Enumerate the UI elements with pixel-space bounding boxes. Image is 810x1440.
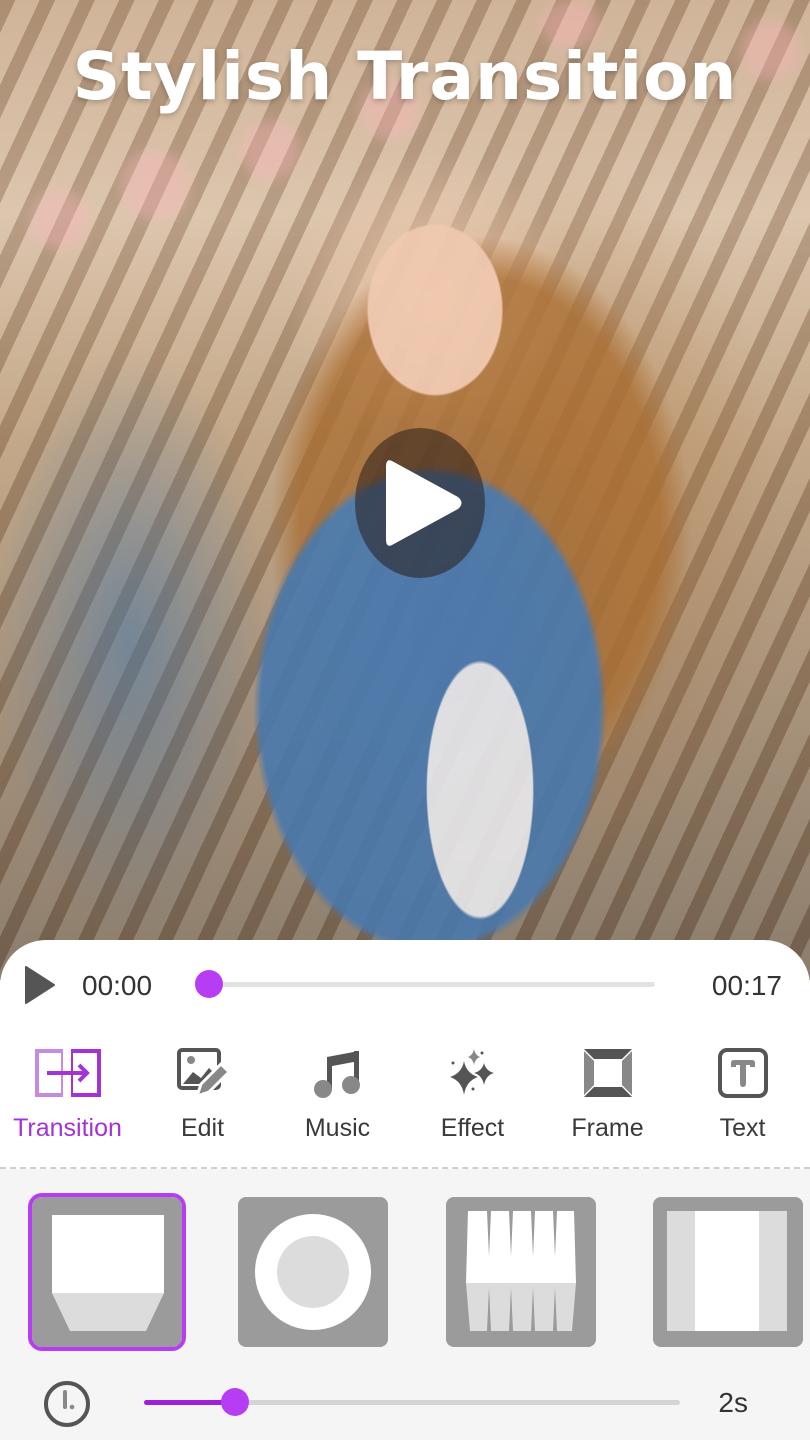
duration-slider-thumb[interactable]	[221, 1388, 250, 1416]
fold-down-thumbnail	[52, 1215, 164, 1331]
tab-effect[interactable]: Effect	[405, 1035, 540, 1160]
preview-title: Stylish Transition	[72, 38, 738, 115]
transition-icon	[34, 1045, 101, 1101]
tab-label: Edit	[180, 1114, 225, 1142]
blinds-thumbnail	[466, 1211, 576, 1331]
tab-text[interactable]: Text	[675, 1035, 810, 1160]
tab-edit[interactable]: Edit	[135, 1035, 270, 1160]
play-button[interactable]	[24, 965, 56, 1005]
edit-image-icon	[170, 1045, 236, 1101]
tab-transition[interactable]: Transition	[0, 1035, 135, 1160]
tab-music[interactable]: Music	[270, 1035, 405, 1160]
playback-bar: 00:00 00:17	[0, 940, 810, 1035]
transition-option-circle[interactable]	[238, 1197, 388, 1347]
circle-thumbnail	[255, 1214, 371, 1330]
tab-label: Transition	[13, 1114, 122, 1142]
sparkles-icon	[440, 1045, 506, 1101]
tab-label: Music	[304, 1114, 371, 1142]
tool-tabs: Transition Edit Music Effect Frame Text	[0, 1035, 810, 1160]
duration-value: 2s	[718, 1387, 748, 1418]
current-time: 00:00	[82, 970, 153, 1001]
tab-label: Text	[719, 1114, 766, 1142]
duration-row: 2s	[0, 1369, 810, 1440]
duration-slider[interactable]	[144, 1388, 680, 1416]
bokeh-light	[30, 190, 90, 250]
clock-icon	[44, 1381, 90, 1427]
tab-label: Frame	[571, 1114, 644, 1142]
transition-option-fold-down[interactable]	[28, 1193, 186, 1351]
text-icon	[710, 1045, 776, 1101]
transition-option-blinds[interactable]	[446, 1197, 596, 1347]
split-thumbnail	[667, 1211, 787, 1331]
tab-label: Effect	[440, 1114, 505, 1142]
seek-bar[interactable]	[195, 970, 655, 998]
tab-frame[interactable]: Frame	[540, 1035, 675, 1160]
frame-icon	[575, 1045, 641, 1101]
seek-bar-thumb[interactable]	[195, 970, 224, 998]
preview-play-button[interactable]	[355, 428, 485, 578]
play-icon	[386, 460, 462, 546]
editor-panel: 00:00 00:17 Transition Edit Music Effect…	[0, 940, 810, 1440]
video-preview[interactable]: Stylish Transition	[0, 0, 810, 980]
transition-option-split[interactable]	[653, 1197, 803, 1347]
transition-options: 2s	[0, 1169, 810, 1440]
total-time: 00:17	[711, 970, 782, 1001]
music-note-icon	[305, 1045, 371, 1101]
